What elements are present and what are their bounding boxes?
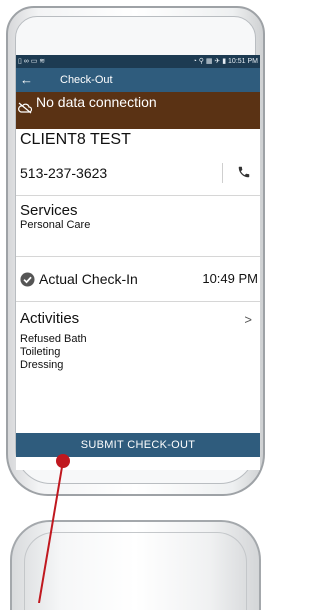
app-bar: ← Check-Out xyxy=(16,68,260,92)
no-data-text: No data connection xyxy=(36,94,157,110)
chevron-right-icon[interactable]: > xyxy=(244,312,252,327)
activities-section[interactable]: Activities > Refused Bath Toileting Dres… xyxy=(16,302,260,392)
checkin-time: 10:49 PM xyxy=(202,271,258,286)
status-left-icons: ▯ ∞ ▭ ≋ xyxy=(18,58,46,65)
client-name: CLIENT8 TEST xyxy=(20,131,131,148)
app-screen: ▯ ∞ ▭ ≋ ◔ ⚲ ▦ ✈ ▮ 10:51 PM ← Check-Out N… xyxy=(16,55,260,470)
services-title: Services xyxy=(20,202,78,219)
activity-item: Toileting xyxy=(20,346,61,358)
page-title: Check-Out xyxy=(60,74,113,86)
activities-list: Refused Bath Toileting Dressing xyxy=(20,333,256,372)
services-value: Personal Care xyxy=(20,219,91,231)
phone-row: 513-237-3623 xyxy=(16,151,260,195)
no-data-banner: No data connection xyxy=(16,92,260,129)
status-time: 10:51 PM xyxy=(228,58,258,65)
phone-lower-body xyxy=(10,520,261,610)
client-phone: 513-237-3623 xyxy=(20,165,108,181)
check-circle-icon xyxy=(20,272,35,292)
status-right-icons: ◔ ⚲ ▦ ✈ ▮ xyxy=(192,58,227,65)
phone-icon[interactable] xyxy=(237,165,251,184)
checkin-label: Actual Check-In xyxy=(39,271,138,287)
phone-lower-bezel xyxy=(24,532,247,610)
submit-checkout-button[interactable]: SUBMIT CHECK-OUT xyxy=(16,433,260,457)
arrow-left-icon[interactable]: ← xyxy=(20,68,33,92)
services-section: Services Personal Care xyxy=(16,196,260,256)
status-bar: ▯ ∞ ▭ ≋ ◔ ⚲ ▦ ✈ ▮ 10:51 PM xyxy=(16,55,260,68)
checkin-row: Actual Check-In 10:49 PM xyxy=(16,257,260,301)
activity-item: Refused Bath xyxy=(20,333,87,345)
activities-title: Activities xyxy=(20,310,80,327)
annotation-marker xyxy=(56,454,70,468)
activity-item: Dressing xyxy=(20,359,64,371)
status-right: ◔ ⚲ ▦ ✈ ▮ 10:51 PM xyxy=(193,55,258,68)
phone-separator xyxy=(222,163,223,183)
cloud-off-icon xyxy=(18,101,33,119)
